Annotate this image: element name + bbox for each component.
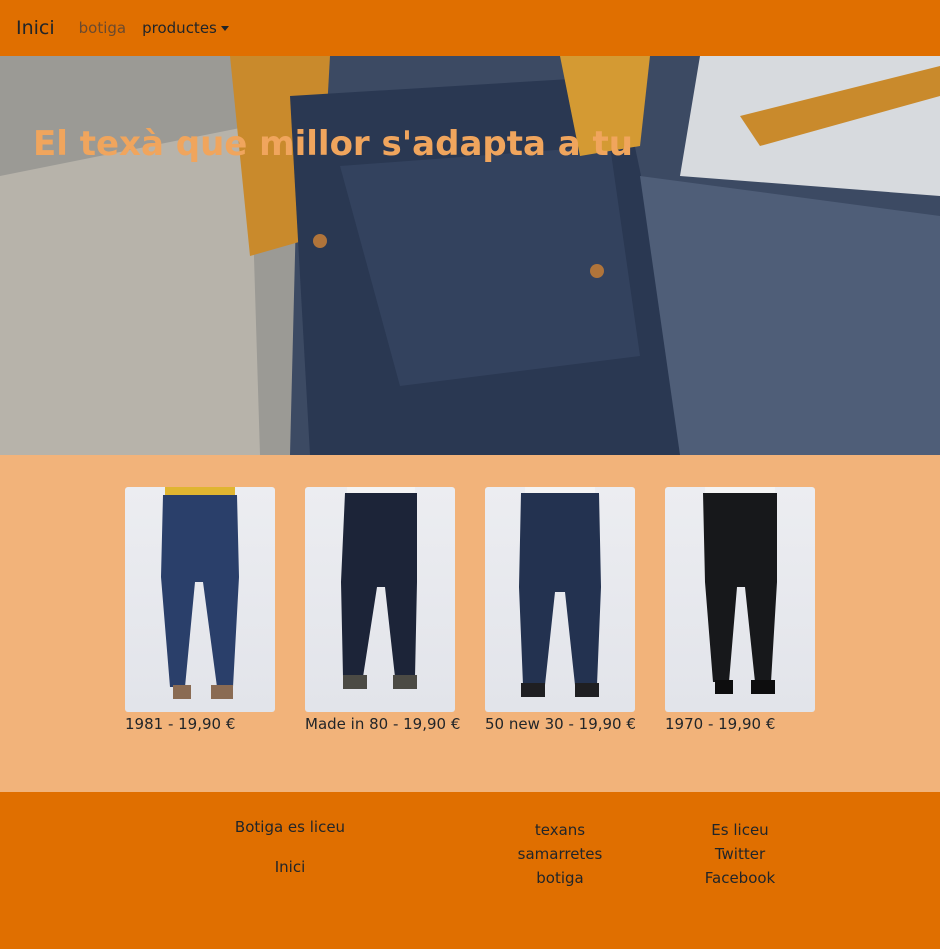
navbar: Inici botiga productes (0, 0, 940, 56)
product-card[interactable]: 1981 - 19,90 € (125, 487, 275, 733)
nav-link-botiga[interactable]: botiga (79, 19, 126, 37)
brand-link[interactable]: Inici (16, 17, 55, 39)
footer-link-texans[interactable]: texans (500, 818, 620, 842)
product-caption: 1970 - 19,90 € (665, 715, 776, 733)
product-caption: 1981 - 19,90 € (125, 715, 236, 733)
footer-link-botiga[interactable]: botiga (500, 866, 620, 890)
product-grid: 1981 - 19,90 € Made in 80 - 19,90 € 50 n… (0, 455, 940, 792)
hero-banner: El texà que millor s'adapta a tu (0, 56, 940, 455)
product-caption: Made in 80 - 19,90 € (305, 715, 461, 733)
product-image[interactable] (305, 487, 455, 712)
nav-dropdown-productes[interactable]: productes (142, 19, 229, 37)
footer: Botiga es liceu Inici texans samarretes … (0, 792, 940, 949)
footer-col-social: Es liceu Twitter Facebook (680, 818, 800, 890)
product-card[interactable]: 1970 - 19,90 € (665, 487, 815, 733)
footer-link-inici[interactable]: Inici (230, 855, 350, 879)
footer-link-es-liceu[interactable]: Es liceu (680, 818, 800, 842)
product-image[interactable] (485, 487, 635, 712)
nav-dropdown-label: productes (142, 19, 217, 37)
product-caption: 50 new 30 - 19,90 € (485, 715, 636, 733)
product-card[interactable]: Made in 80 - 19,90 € (305, 487, 461, 733)
footer-col-brand: Botiga es liceu Inici (230, 815, 350, 879)
product-image[interactable] (125, 487, 275, 712)
product-card[interactable]: 50 new 30 - 19,90 € (485, 487, 636, 733)
footer-title: Botiga es liceu (234, 818, 346, 836)
footer-link-twitter[interactable]: Twitter (680, 842, 800, 866)
caret-down-icon (220, 25, 229, 31)
footer-link-facebook[interactable]: Facebook (680, 866, 800, 890)
hero-title: El texà que millor s'adapta a tu (33, 124, 634, 164)
footer-link-samarretes[interactable]: samarretes (500, 842, 620, 866)
product-image[interactable] (665, 487, 815, 712)
jeans-hero-image (0, 56, 940, 455)
footer-col-products: texans samarretes botiga (500, 818, 620, 890)
